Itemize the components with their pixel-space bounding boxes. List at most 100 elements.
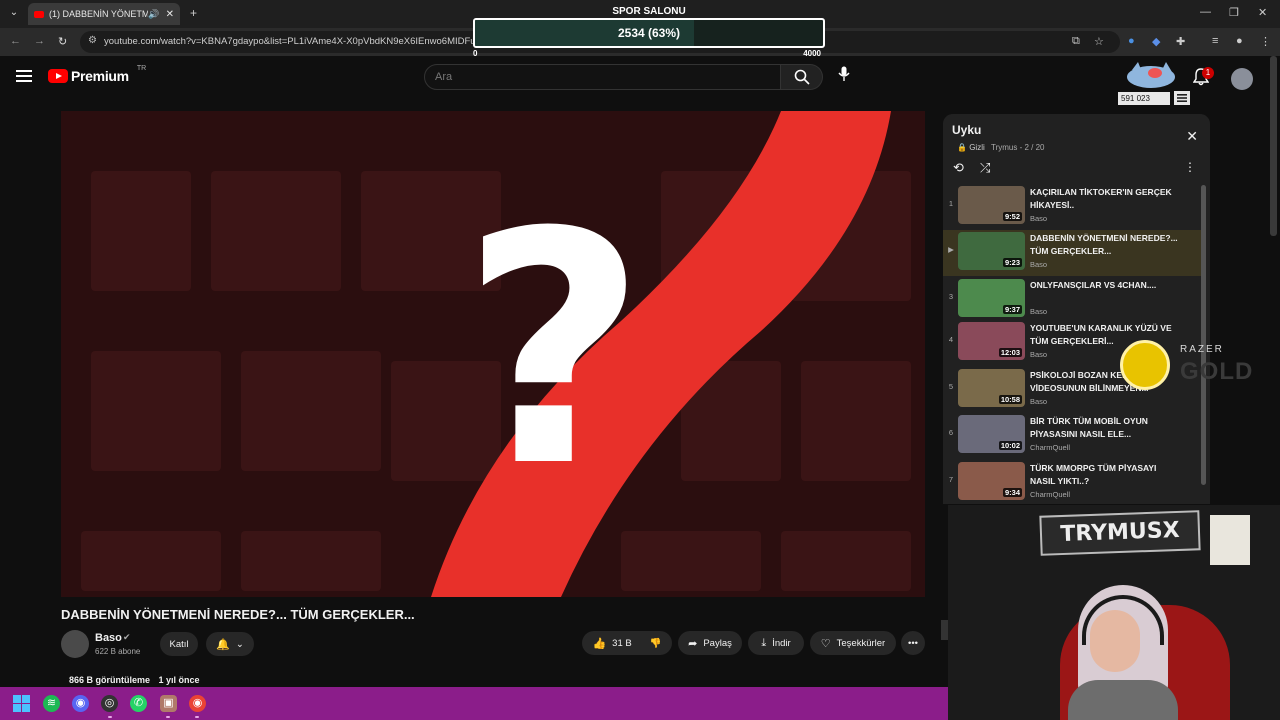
search-input[interactable]: Ara	[424, 64, 781, 90]
join-label: Katıl	[169, 638, 189, 650]
minimize-icon[interactable]: —	[1200, 6, 1211, 18]
whatsapp-icon[interactable]: ✆	[130, 695, 147, 712]
playlist-more-icon[interactable]: ⋮	[1184, 160, 1196, 174]
webcam-feed: TRYMUSX	[948, 505, 1280, 720]
playlist-item-index: 5	[948, 382, 954, 391]
playlist-item-channel: CharmQuell	[1030, 490, 1071, 499]
playlist-item[interactable]: 1 9:52 KAÇIRILAN TİKTOKER'IN GERÇEK HİKA…	[943, 184, 1201, 230]
more-actions-button[interactable]: •••	[901, 631, 925, 655]
playlist-item-duration: 9:23	[1002, 258, 1022, 267]
playlist-scrollbar[interactable]	[1201, 185, 1206, 485]
join-button[interactable]: Katıl	[160, 632, 198, 656]
sponsor-brand: RAZER	[1180, 344, 1224, 355]
playlist-item-thumbnail: 9:23	[958, 232, 1025, 270]
speaker-icon[interactable]: 🔊	[148, 9, 159, 20]
obs-icon[interactable]: ◎	[101, 695, 118, 712]
playlist-item-title: BİR TÜRK TÜM MOBİL OYUN PİYASASINI NASIL…	[1030, 416, 1148, 439]
thanks-icon: ♡	[820, 637, 831, 650]
restore-icon[interactable]: ❐	[1229, 6, 1239, 19]
sponsor-sub: GOLD	[1180, 358, 1254, 385]
discord-icon[interactable]: ◉	[72, 695, 89, 712]
extensions-puzzle-icon[interactable]: ✚	[1176, 35, 1185, 48]
subscription-bell-icon: 🔔	[216, 638, 230, 651]
goal-progress-bar: 2534 (63%)	[473, 18, 825, 48]
media-control-icon[interactable]: ≡	[1212, 35, 1218, 47]
playlist-owner-position: Trymus - 2 / 20	[991, 143, 1045, 152]
like-dislike-group: 👍 31 B 👎	[582, 631, 672, 655]
playlist-item-duration: 9:34	[1002, 488, 1022, 497]
video-edge-strip	[941, 620, 948, 640]
question-mark-graphic: ?	[461, 165, 647, 537]
bookmark-star-icon[interactable]: ☆	[1094, 35, 1104, 48]
browser-tab-active[interactable]: (1) DABBENİN YÖNETMENİ 🔊 ✕	[28, 3, 180, 25]
photos-icon[interactable]: ▣	[160, 695, 177, 712]
download-button[interactable]: ⤓ İndir	[748, 631, 804, 655]
playlist-panel: Uyku ✕ 🔒 Gizli Trymus - 2 / 20 ⟲ ⤮ ⋮ 1 9…	[943, 114, 1210, 504]
playlist-item-title: TÜRK MMORPG TÜM PİYASAYI NASIL YIKTI..?	[1030, 463, 1157, 486]
install-icon[interactable]: ⧉	[1072, 35, 1080, 48]
windows-start-icon[interactable]	[13, 695, 30, 712]
close-tab-icon[interactable]: ✕	[166, 9, 174, 20]
like-count[interactable]: 31 B	[612, 638, 632, 649]
thanks-label: Teşekkürler	[836, 637, 886, 649]
account-avatar[interactable]	[1231, 68, 1253, 90]
now-playing-icon: ▶	[948, 245, 954, 254]
view-info: 866 B görüntüleme 1 yıl önce	[69, 675, 206, 685]
subscription-bell-button[interactable]: 🔔 ⌄	[206, 632, 254, 656]
like-icon[interactable]: 👍	[592, 637, 606, 650]
back-icon[interactable]: ←	[10, 35, 21, 47]
shuffle-icon[interactable]: ⤮	[980, 160, 990, 176]
more-icon: •••	[908, 637, 918, 649]
view-count: 866 B görüntüleme	[69, 675, 151, 685]
youtube-play-icon	[48, 69, 68, 83]
extension-shield-icon[interactable]: ◆	[1152, 35, 1160, 48]
browser-menu-icon[interactable]: ⋮	[1260, 35, 1271, 48]
youtube-header: Premium TR Ara 591 023	[0, 56, 1280, 105]
playlist-title[interactable]: Uyku	[952, 123, 981, 137]
microphone-icon[interactable]	[838, 66, 850, 85]
forward-icon[interactable]: →	[34, 35, 45, 47]
close-playlist-icon[interactable]: ✕	[1186, 128, 1198, 145]
playlist-item[interactable]: 6 10:02 BİR TÜRK TÜM MOBİL OYUN PİYASASI…	[943, 413, 1201, 459]
share-button[interactable]: ➦ Paylaş	[678, 631, 742, 655]
playlist-item[interactable]: 7 9:34 TÜRK MMORPG TÜM PİYASAYI NASIL YI…	[943, 460, 1201, 504]
playlist-item-channel: Baso	[1030, 397, 1048, 406]
thanks-button[interactable]: ♡ Teşekkürler	[810, 631, 896, 655]
taskbar-running-indicator	[195, 716, 199, 718]
upload-date: 1 yıl önce	[158, 675, 200, 685]
playlist-item-title: ONLYFANSÇILAR VS 4CHAN....	[1030, 280, 1157, 290]
extension-icon[interactable]: ●	[1128, 35, 1135, 47]
viewer-menu-icon[interactable]	[1174, 91, 1190, 105]
hamburger-menu-icon[interactable]	[16, 70, 32, 82]
new-tab-icon[interactable]: +	[190, 6, 197, 20]
lock-icon: 🔒	[957, 143, 967, 152]
playlist-item-title: DABBENİN YÖNETMENİ NEREDE?... TÜM GERÇEK…	[1030, 233, 1178, 256]
chrome-icon[interactable]: ◉	[189, 695, 206, 712]
profile-icon[interactable]: ●	[1236, 35, 1243, 47]
channel-name[interactable]: Baso	[95, 632, 122, 644]
wall-poster	[1210, 515, 1250, 565]
playlist-item-thumbnail: 10:58	[958, 369, 1025, 407]
page-scrollbar[interactable]	[1270, 56, 1277, 236]
playlist-item-channel: Baso	[1030, 350, 1048, 359]
channel-avatar[interactable]	[61, 630, 89, 658]
download-icon: ⤓	[761, 636, 767, 649]
playlist-item-channel: Baso	[1030, 307, 1048, 316]
dislike-icon[interactable]: 👎	[650, 638, 662, 649]
playlist-item-current[interactable]: ▶ 9:23 DABBENİN YÖNETMENİ NEREDE?... TÜM…	[943, 230, 1201, 276]
spotify-icon[interactable]: ≋	[43, 695, 60, 712]
tab-search-icon[interactable]: ⌄	[6, 5, 22, 21]
site-info-icon[interactable]: ⚙	[88, 35, 97, 46]
playlist-item[interactable]: 3 9:37 ONLYFANSÇILAR VS 4CHAN.... Baso	[943, 277, 1201, 323]
close-window-icon[interactable]: ✕	[1258, 6, 1267, 19]
razer-gold-overlay: RAZER GOLD	[1120, 340, 1270, 390]
loop-icon[interactable]: ⟲	[953, 160, 964, 176]
video-player[interactable]: ?	[61, 111, 925, 597]
viewer-count: 591 023	[1118, 92, 1170, 105]
search-icon	[794, 69, 810, 85]
youtube-premium-logo[interactable]: Premium TR	[48, 65, 146, 84]
tab-title: (1) DABBENİN YÖNETMENİ	[49, 9, 149, 19]
reload-icon[interactable]: ↻	[58, 35, 67, 48]
playlist-item-index: 1	[948, 199, 954, 208]
search-button[interactable]	[781, 64, 823, 90]
